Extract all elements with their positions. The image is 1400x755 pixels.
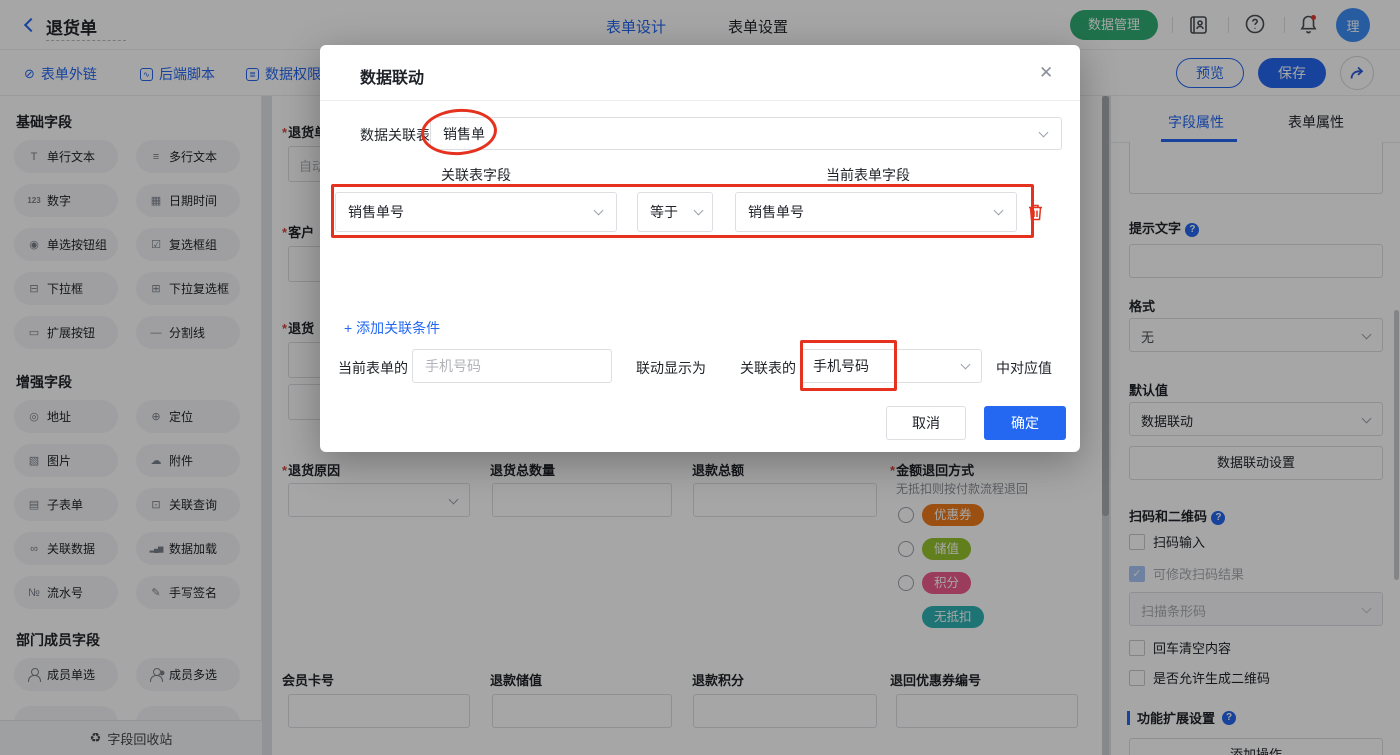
cancel-button[interactable]: 取消 <box>886 406 966 440</box>
chevron-down-icon <box>594 206 604 216</box>
rel-table-label: 数据关联表 <box>360 125 430 145</box>
confirm-button[interactable]: 确定 <box>984 406 1066 440</box>
modal-title: 数据联动 <box>360 64 424 88</box>
cond-current-field-select[interactable]: 销售单号 <box>735 192 1017 232</box>
chevron-down-icon <box>694 206 704 216</box>
column-header-current-field: 当前表单字段 <box>826 165 910 185</box>
current-form-prefix-label: 当前表单的 <box>338 358 408 378</box>
chevron-down-icon <box>1039 128 1049 138</box>
rel-table-prefix-label: 关联表的 <box>740 358 796 378</box>
cond-rel-field-select[interactable]: 销售单号 <box>335 192 617 232</box>
column-header-rel-field: 关联表字段 <box>441 165 511 185</box>
data-linkage-modal: 数据联动 ✕ 数据关联表 销售单 关联表字段 当前表单字段 销售单号 等于 销售… <box>320 45 1080 452</box>
linkage-display-label: 联动显示为 <box>636 358 706 378</box>
rel-field-select[interactable]: 手机号码 <box>800 349 982 383</box>
modal-header-divider <box>320 100 1080 101</box>
chevron-down-icon <box>994 206 1004 216</box>
cond-operator-select[interactable]: 等于 <box>637 192 713 232</box>
delete-condition-icon[interactable] <box>1027 203 1044 226</box>
close-icon[interactable]: ✕ <box>1039 63 1053 83</box>
rel-table-select[interactable]: 销售单 <box>430 117 1062 150</box>
chevron-down-icon <box>961 360 971 370</box>
current-field-input[interactable]: 手机号码 <box>412 349 612 383</box>
plus-icon: + <box>344 320 352 336</box>
corresponding-value-label: 中对应值 <box>996 358 1052 378</box>
add-condition-link[interactable]: + 添加关联条件 <box>344 318 440 338</box>
